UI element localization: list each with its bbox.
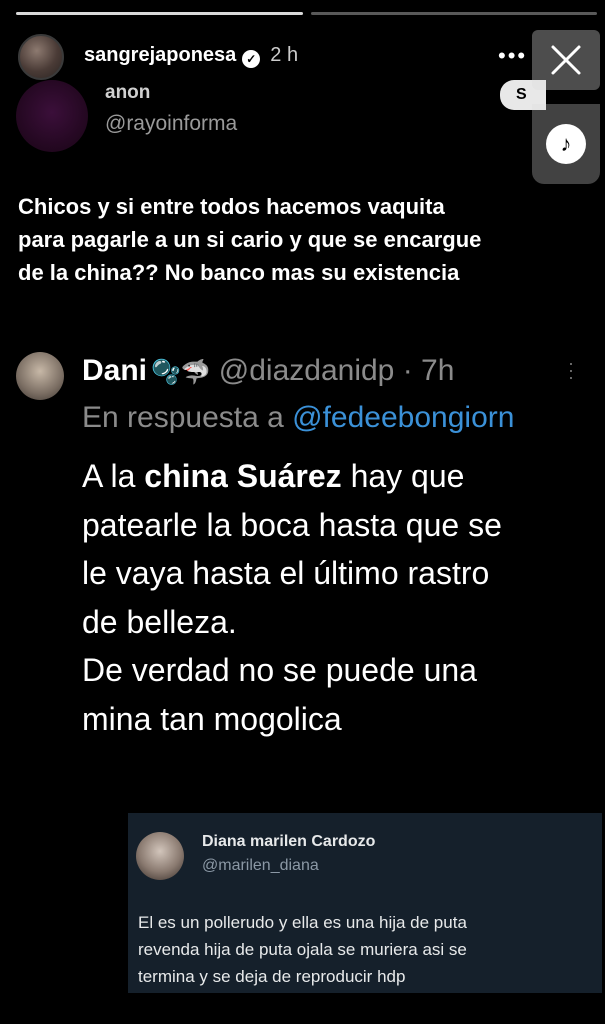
anon-line-1: Chicos y si entre todos hacemos vaquita xyxy=(18,194,445,219)
dani-line-5: De verdad no se puede una xyxy=(82,652,477,688)
story-progress xyxy=(16,12,597,15)
story-time: 2 h xyxy=(270,44,299,66)
story-avatar[interactable] xyxy=(18,34,64,80)
diana-tweet-text: El es un pollerudo y ella es una hija de… xyxy=(138,909,598,990)
more-options-icon[interactable]: ••• xyxy=(498,43,527,69)
vertical-more-icon: · · · xyxy=(568,353,574,387)
progress-segment-1 xyxy=(16,12,303,15)
dani-line-1: A la china Suárez hay que xyxy=(82,452,602,501)
anon-handle: @rayoinforma xyxy=(105,112,238,135)
progress-segment-2 xyxy=(310,12,597,15)
anon-avatar xyxy=(16,80,88,152)
anon-name: anon xyxy=(105,82,151,103)
dani-tweet-text: A la china Suárez hay que patearle la bo… xyxy=(82,452,602,743)
music-button[interactable]: ♪ xyxy=(532,104,600,184)
anon-line-2: para pagarle a un si cario y que se enca… xyxy=(18,227,482,252)
reply-line: En respuesta a @fedeebongiorn xyxy=(82,401,514,435)
reply-mention: @fedeebongiorn xyxy=(292,401,515,434)
story-header[interactable]: sangrejaponesa ✓ 2 h xyxy=(84,44,298,68)
diana-line-1: El es un pollerudo y ella es una hija de… xyxy=(138,913,467,932)
dani-header: Dani 🫧🦈 @diazdanidp · 7h xyxy=(82,354,454,388)
diana-line-2: revenda hija de puta ojala se muriera as… xyxy=(138,940,467,959)
dani-line-2: patearle la boca hasta que se xyxy=(82,506,502,543)
diana-line-3: termina y se deja de reproducir hdp xyxy=(138,967,406,986)
anon-line-3: de la china?? No banco mas su existencia xyxy=(18,260,460,285)
dani-line-4: de belleza. xyxy=(82,603,237,640)
dani-emojis: 🫧🦈 xyxy=(151,359,211,386)
close-button[interactable] xyxy=(532,30,600,90)
diana-avatar xyxy=(136,832,184,880)
dani-line-6: mina tan mogolica xyxy=(82,700,342,737)
verified-badge-icon: ✓ xyxy=(242,50,261,68)
dani-avatar xyxy=(16,352,64,400)
close-icon xyxy=(551,45,581,75)
dani-line-1-pre: A la xyxy=(82,458,145,494)
diana-name: Diana marilen Cardozo xyxy=(202,833,376,850)
anon-tweet-text: Chicos y si entre todos hacemos vaquita … xyxy=(18,190,598,289)
diana-tweet-card: Diana marilen Cardozo @marilen_diana El … xyxy=(128,813,602,993)
dani-line-1-bold: china Suárez xyxy=(144,458,342,494)
story-username[interactable]: sangrejaponesa xyxy=(84,44,236,66)
diana-handle: @marilen_diana xyxy=(202,857,319,874)
dani-line-3: le vaya hasta el último rastro xyxy=(82,555,490,591)
music-note-icon: ♪ xyxy=(546,124,586,164)
reply-prefix: En respuesta a xyxy=(82,401,293,434)
dani-line-1-post: hay que xyxy=(341,458,465,494)
dani-name: Dani xyxy=(82,354,148,387)
dani-handle-time: @diazdanidp · 7h xyxy=(218,354,455,387)
